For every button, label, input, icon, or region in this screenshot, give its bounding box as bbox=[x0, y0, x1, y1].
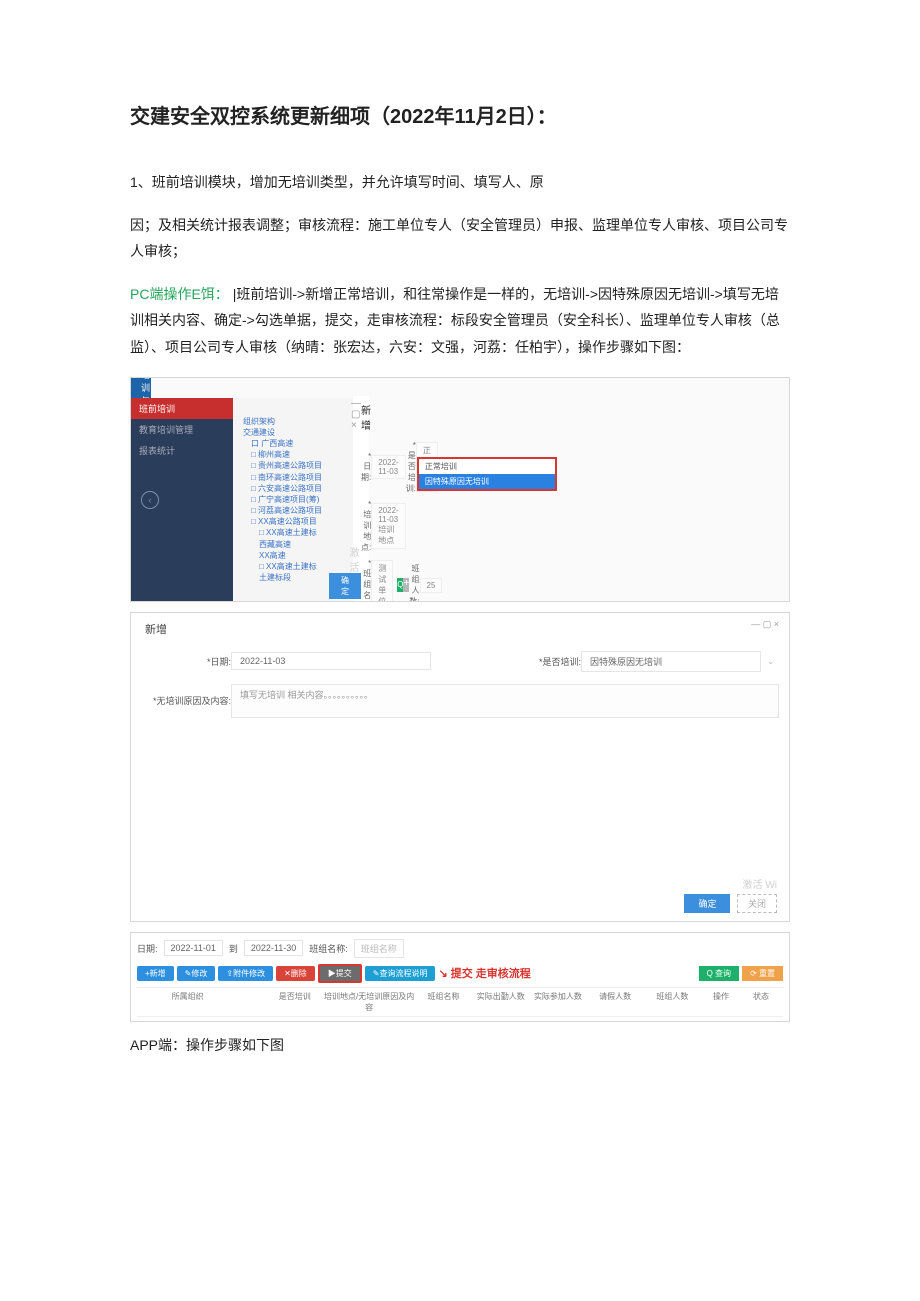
save-button[interactable]: 确定 bbox=[329, 573, 361, 599]
arrow-text: 提交 走审核流程 bbox=[451, 965, 531, 981]
window-controls[interactable]: — ▢ × bbox=[351, 398, 361, 431]
tree-node[interactable]: □ 柳州高速 bbox=[237, 449, 349, 460]
tree-node[interactable]: XX高速 bbox=[237, 550, 349, 561]
cancel-button[interactable]: 关闭 bbox=[737, 894, 777, 913]
arrow-icon: ↘ bbox=[438, 967, 447, 980]
label-class: *班组名称: bbox=[361, 559, 371, 602]
watermark: 激活 Wi bbox=[743, 876, 777, 891]
tree-node[interactable]: □ 河荔高速公路项目 bbox=[237, 505, 349, 516]
tree-node[interactable]: □ 贵州高速公路项目 bbox=[237, 460, 349, 471]
attachment-button[interactable]: ⇪附件修改 bbox=[218, 966, 273, 981]
delete-button[interactable]: ✕删除 bbox=[276, 966, 315, 981]
label-class: 班组名称: bbox=[309, 942, 348, 955]
input-class[interactable]: 班组名称 bbox=[354, 939, 404, 958]
type-dropdown: 正常培训 因特殊原因无培训 bbox=[417, 457, 557, 491]
td-op[interactable]: 附件 bbox=[701, 1021, 741, 1022]
td: 0 bbox=[472, 1021, 529, 1022]
th bbox=[216, 991, 266, 1013]
tree-node[interactable]: □ 南环高速公路项目 bbox=[237, 472, 349, 483]
th bbox=[139, 991, 159, 1013]
reset-button[interactable]: ⟳ 重置 bbox=[742, 966, 783, 981]
dialog-title: 新增 bbox=[131, 613, 789, 645]
screenshot-1: 安全培训与交底 班前培训 教育培训管理 报表统计 ‹ 组织架构 交通建设 口 广… bbox=[130, 377, 790, 602]
label-bznum: 班组人数: bbox=[409, 563, 419, 602]
tree-node[interactable]: □ XX高速土建标 bbox=[237, 561, 349, 572]
window-controls[interactable]: — ▢ × bbox=[751, 619, 779, 630]
org-tree[interactable]: 组织架构 交通建设 口 广西高速 □ 柳州高速 □ 贵州高速公路项目 □ 南环高… bbox=[233, 398, 353, 601]
th: 所属组织 bbox=[159, 991, 216, 1013]
form-dialog: — ▢ × 新增 *日期: 2022-11-03 *是否培训: 正常培训 正常培… bbox=[353, 396, 369, 601]
th: 实际参加人数 bbox=[529, 991, 586, 1013]
input-date[interactable]: 2022-11-03 bbox=[371, 455, 405, 479]
add-button[interactable]: +新增 bbox=[137, 966, 174, 981]
table-row[interactable]: 1 土建测试1标 2022-11-03 因特殊原因无培训 填写无培训 相关内容。… bbox=[137, 1017, 783, 1022]
ok-button[interactable]: 确定 bbox=[684, 894, 730, 913]
dropdown-option-selected[interactable]: 因特殊原因无培训 bbox=[419, 474, 555, 489]
td: 保存 bbox=[741, 1021, 781, 1022]
tree-node[interactable]: □ 六安高速公路项目 bbox=[237, 483, 349, 494]
select-type[interactable]: 正常培训 正常培训 因特殊原因无培训 bbox=[416, 442, 438, 492]
paragraph-2: 因；及相关统计报表调整；审核流程：施工单位专人（安全管理员）申报、监理单位专人审… bbox=[130, 212, 790, 265]
input-date[interactable]: 2022-11-03 bbox=[231, 652, 431, 670]
th: 请假人数 bbox=[587, 991, 644, 1013]
input-date-to[interactable]: 2022-11-30 bbox=[244, 940, 303, 956]
tree-node[interactable]: □ XX高速公路项目 bbox=[237, 516, 349, 527]
th: 班组名称 bbox=[415, 991, 472, 1013]
label-date: *日期: bbox=[361, 452, 371, 483]
th: 操作 bbox=[701, 991, 741, 1013]
input-bznum[interactable]: 25 bbox=[420, 578, 443, 593]
app-label: APP端：操作步骤如下图 bbox=[130, 1032, 790, 1059]
label-location: *培训地点: bbox=[361, 500, 371, 553]
pc-label: PC端操作E饵： bbox=[130, 286, 229, 302]
paragraph-1: 1、班前培训模块，增加无培训类型，并允许填写时间、填写人、原 bbox=[130, 169, 790, 196]
dropdown-option[interactable]: 正常培训 bbox=[419, 459, 555, 474]
label-type: *是否培训: bbox=[491, 655, 581, 668]
tree-node[interactable]: 组织架构 bbox=[237, 416, 349, 427]
tree-node[interactable]: 口 广西高速 bbox=[237, 438, 349, 449]
td: 0 bbox=[587, 1021, 644, 1022]
tree-node[interactable]: 西藏高速 bbox=[237, 539, 349, 550]
screenshot-3: 日期: 2022-11-01 到 2022-11-30 班组名称: 班组名称 +… bbox=[130, 932, 790, 1022]
menu-item-3[interactable]: 报表统计 bbox=[131, 440, 233, 461]
label-to: 到 bbox=[229, 942, 238, 955]
td: 土建测试1标 bbox=[159, 1021, 216, 1022]
tree-node[interactable]: □ XX高速土建标 bbox=[237, 527, 349, 538]
chevron-down-icon[interactable]: ⌄ bbox=[767, 656, 775, 667]
modify-button[interactable]: ✎修改 bbox=[177, 966, 216, 981]
query-button[interactable]: Q 查询 bbox=[699, 966, 739, 981]
td: 因特殊原因无培训 bbox=[266, 1021, 323, 1022]
table-header: 所属组织 是否培训 培训地点/无培训原因及内容 班组名称 实际出勤人数 实际参加… bbox=[137, 987, 783, 1017]
th: 实际出勤人数 bbox=[472, 991, 529, 1013]
submit-button[interactable]: ▶提交 bbox=[318, 964, 362, 983]
tree-node[interactable]: 交通建设 bbox=[237, 427, 349, 438]
checkbox-icon[interactable] bbox=[147, 1021, 157, 1022]
doc-title: 交建安全双控系统更新细项（2022年11月2日）： bbox=[130, 100, 790, 129]
label-type: *是否培训: bbox=[406, 441, 416, 494]
td: 0 bbox=[644, 1021, 701, 1022]
select-type[interactable]: 因特殊原因无培训 bbox=[581, 651, 761, 672]
input-class[interactable]: 测试单位 bbox=[371, 560, 393, 602]
label-date: *日期: bbox=[141, 655, 231, 668]
input-date-from[interactable]: 2022-11-01 bbox=[164, 940, 223, 956]
th: 班组人数 bbox=[644, 991, 701, 1013]
collapse-icon[interactable]: ‹ bbox=[141, 491, 159, 509]
label-date: 日期: bbox=[137, 942, 158, 955]
td bbox=[415, 1021, 472, 1022]
td: 2022-11-03 bbox=[216, 1021, 266, 1022]
tree-node[interactable]: □ 广宁高速项目(筹) bbox=[237, 494, 349, 505]
th: 是否培训 bbox=[266, 991, 323, 1013]
td: 填写无培训 相关内容。。。。。。。。。。 bbox=[323, 1021, 415, 1022]
th: 培训地点/无培训原因及内容 bbox=[323, 991, 415, 1013]
th: 状态 bbox=[741, 991, 781, 1013]
process-button[interactable]: ✎查询流程说明 bbox=[365, 966, 436, 981]
left-menu: 班前培训 教育培训管理 报表统计 ‹ bbox=[131, 398, 233, 601]
pc-paragraph: PC端操作E饵： |班前培训->新增正常培训，和往常操作是一样的，无培训->因特… bbox=[130, 281, 790, 361]
menu-active[interactable]: 班前培训 bbox=[131, 398, 233, 419]
td: 0 bbox=[529, 1021, 586, 1022]
label-reason: *无培训原因及内容: bbox=[141, 694, 231, 707]
screenshot-2: — ▢ × 新增 *日期: 2022-11-03 *是否培训: 因特殊原因无培训… bbox=[130, 612, 790, 922]
input-location[interactable]: 2022-11-03培训地点 bbox=[371, 503, 405, 549]
textarea-reason[interactable]: 填写无培训 相关内容。。。。。。。。。。 bbox=[231, 684, 779, 718]
menu-item-2[interactable]: 教育培训管理 bbox=[131, 419, 233, 440]
